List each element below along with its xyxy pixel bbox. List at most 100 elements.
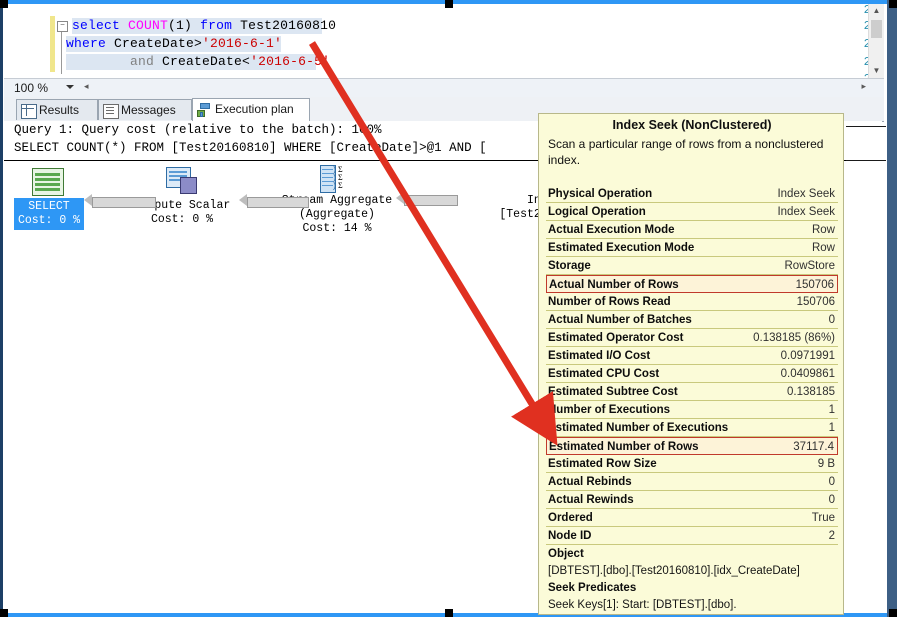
column-createdate: CreateDate bbox=[106, 36, 195, 51]
tooltip-row: Number of Executions 1 bbox=[546, 401, 838, 419]
tooltip-row-key: Actual Rebinds bbox=[548, 476, 632, 488]
tooltip-row-key: Logical Operation bbox=[548, 206, 646, 218]
resize-handle-bottom-left[interactable] bbox=[0, 609, 8, 617]
plan-connector-arrowhead bbox=[396, 192, 404, 204]
plan-connector-arrowhead bbox=[84, 194, 92, 206]
scroll-down-icon[interactable]: ▼ bbox=[869, 64, 884, 78]
tooltip-row: Node ID 2 bbox=[546, 527, 838, 545]
table-name: Test20160810 bbox=[232, 18, 337, 33]
tooltip-row-value: Index Seek bbox=[777, 206, 835, 218]
operator-lt: < bbox=[242, 54, 251, 69]
tooltip-row: Physical Operation Index Seek bbox=[546, 185, 838, 203]
string-literal-end-date: '2016-6-5' bbox=[250, 54, 331, 69]
resize-handle-top-center[interactable] bbox=[445, 0, 453, 8]
tooltip-row-value: 2 bbox=[828, 530, 835, 542]
hscroll-right-icon[interactable]: ▸ bbox=[861, 81, 866, 92]
tooltip-row-value: Row bbox=[811, 242, 835, 254]
tooltip-row-value: 150706 bbox=[796, 296, 835, 308]
tooltip-property-table: Physical Operation Index Seek Logical Oper… bbox=[546, 185, 838, 545]
tooltip-row: Logical Operation Index Seek bbox=[546, 203, 838, 221]
resize-handle-top-left[interactable] bbox=[0, 0, 8, 8]
tooltip-row: Estimated CPU Cost 0.0409861 bbox=[546, 365, 838, 383]
tab-results-label: Results bbox=[39, 103, 80, 117]
scroll-up-icon[interactable]: ▲ bbox=[869, 4, 884, 18]
plan-connector-arrowhead bbox=[239, 194, 247, 206]
plan-connector-stream-seek bbox=[404, 195, 458, 206]
tab-messages[interactable]: Messages bbox=[98, 99, 192, 120]
selection-frame-right bbox=[887, 0, 897, 617]
tooltip-row-value: 0.138185 (86%) bbox=[753, 332, 835, 344]
code-line-26: and CreateDate<'2016-6-5' bbox=[66, 54, 330, 69]
tooltip-row-key: Actual Number of Rows bbox=[549, 279, 679, 291]
plan-node-select-cost: Cost: 0 % bbox=[17, 214, 81, 227]
resize-handle-bottom-right[interactable] bbox=[889, 609, 897, 617]
tooltip-row-key: Estimated Subtree Cost bbox=[548, 386, 678, 398]
tooltip-row: Actual Rewinds 0 bbox=[546, 491, 838, 509]
tooltip-seek-predicates-value: Seek Keys[1]: Start: [DBTEST].[dbo]. bbox=[548, 599, 737, 611]
tab-results[interactable]: Results bbox=[16, 99, 98, 120]
scrollbar-thumb[interactable] bbox=[871, 20, 882, 38]
tab-messages-label: Messages bbox=[121, 103, 176, 117]
tooltip-seek-predicates-label: Seek Predicates bbox=[548, 582, 637, 594]
tooltip-row-value: 1 bbox=[828, 404, 835, 416]
tooltip-row-value: 1 bbox=[828, 422, 835, 434]
screenshot-root: 23 24 25 26 27 − select COUNT(1) from Te… bbox=[0, 0, 897, 617]
string-literal-start-date: '2016-6-1' bbox=[202, 36, 283, 51]
tooltip-row: Actual Number of Rows 150706 bbox=[546, 275, 838, 293]
keyword-from: from bbox=[200, 18, 233, 33]
message-icon bbox=[103, 104, 119, 119]
plan-node-select[interactable]: SELECT Cost: 0 % bbox=[14, 198, 84, 230]
resize-handle-bottom-center[interactable] bbox=[445, 609, 453, 617]
select-node-icon bbox=[32, 168, 64, 196]
tooltip-row-key: Estimated Number of Executions bbox=[548, 422, 729, 434]
fold-toggle-icon[interactable]: − bbox=[57, 21, 68, 32]
outer-divider bbox=[846, 126, 886, 127]
tooltip-row-key: Number of Rows Read bbox=[548, 296, 671, 308]
outer-divider bbox=[846, 160, 886, 161]
tooltip-row-value: Index Seek bbox=[777, 188, 835, 200]
plan-connector-select-compute bbox=[92, 197, 156, 208]
tooltip-row-value: 150706 bbox=[795, 279, 834, 291]
tooltip-row-key: Physical Operation bbox=[548, 188, 653, 200]
tooltip-object-label: Object bbox=[548, 548, 584, 560]
tooltip-row-value: True bbox=[811, 512, 835, 524]
tooltip-row-key: Actual Execution Mode bbox=[548, 224, 675, 236]
selection-frame-left bbox=[0, 0, 3, 617]
count-args: (1) bbox=[168, 18, 201, 33]
tab-execution-plan[interactable]: Execution plan bbox=[192, 98, 310, 121]
tooltip-row: Actual Number of Batches 0 bbox=[546, 311, 838, 329]
tooltip-row-key: Actual Number of Batches bbox=[548, 314, 692, 326]
tooltip-row-key: Actual Rewinds bbox=[548, 494, 634, 506]
tooltip-row: Storage RowStore bbox=[546, 257, 838, 275]
tooltip-row-value: 37117.4 bbox=[793, 441, 834, 453]
tooltip-row-key: Storage bbox=[548, 260, 591, 272]
chevron-down-icon[interactable] bbox=[66, 85, 74, 89]
tooltip-title: Index Seek (NonClustered) bbox=[612, 118, 772, 132]
tooltip-row: Number of Rows Read 150706 bbox=[546, 293, 838, 311]
tooltip-row: Estimated Execution Mode Row bbox=[546, 239, 838, 257]
tooltip-row: Actual Rebinds 0 bbox=[546, 473, 838, 491]
operator-gt: > bbox=[194, 36, 203, 51]
editor-gutter bbox=[4, 4, 50, 78]
hscroll-left-icon[interactable]: ◂ bbox=[84, 81, 89, 92]
compute-scalar-node-icon bbox=[166, 167, 197, 194]
tooltip-row: Estimated Subtree Cost 0.138185 bbox=[546, 383, 838, 401]
tooltip-row-value: RowStore bbox=[784, 260, 836, 272]
tooltip-row-key: Estimated Execution Mode bbox=[548, 242, 695, 254]
tooltip-row-key: Number of Executions bbox=[548, 404, 671, 416]
tooltip-row: Estimated Row Size 9 B bbox=[546, 455, 838, 473]
editor-vertical-scrollbar[interactable]: ▲ ▼ bbox=[868, 4, 884, 78]
tooltip-row: Ordered True bbox=[546, 509, 838, 527]
tooltip-row: Estimated Operator Cost 0.138185 (86%) bbox=[546, 329, 838, 347]
tooltip-row-value: 0 bbox=[828, 314, 835, 326]
tooltip-row-key: Estimated I/O Cost bbox=[548, 350, 651, 362]
fold-guide-line bbox=[61, 32, 62, 74]
keyword-select: select bbox=[72, 18, 121, 33]
tooltip-row-key: Estimated Operator Cost bbox=[548, 332, 684, 344]
tooltip-row: Estimated Number of Rows 37117.4 bbox=[546, 437, 838, 455]
resize-handle-top-right[interactable] bbox=[889, 0, 897, 8]
sql-code-editor[interactable]: 23 24 25 26 27 − select COUNT(1) from Te… bbox=[4, 4, 884, 78]
tab-execution-plan-label: Execution plan bbox=[215, 102, 294, 116]
tooltip-row: Actual Execution Mode Row bbox=[546, 221, 838, 239]
keyword-and: and bbox=[130, 54, 155, 69]
